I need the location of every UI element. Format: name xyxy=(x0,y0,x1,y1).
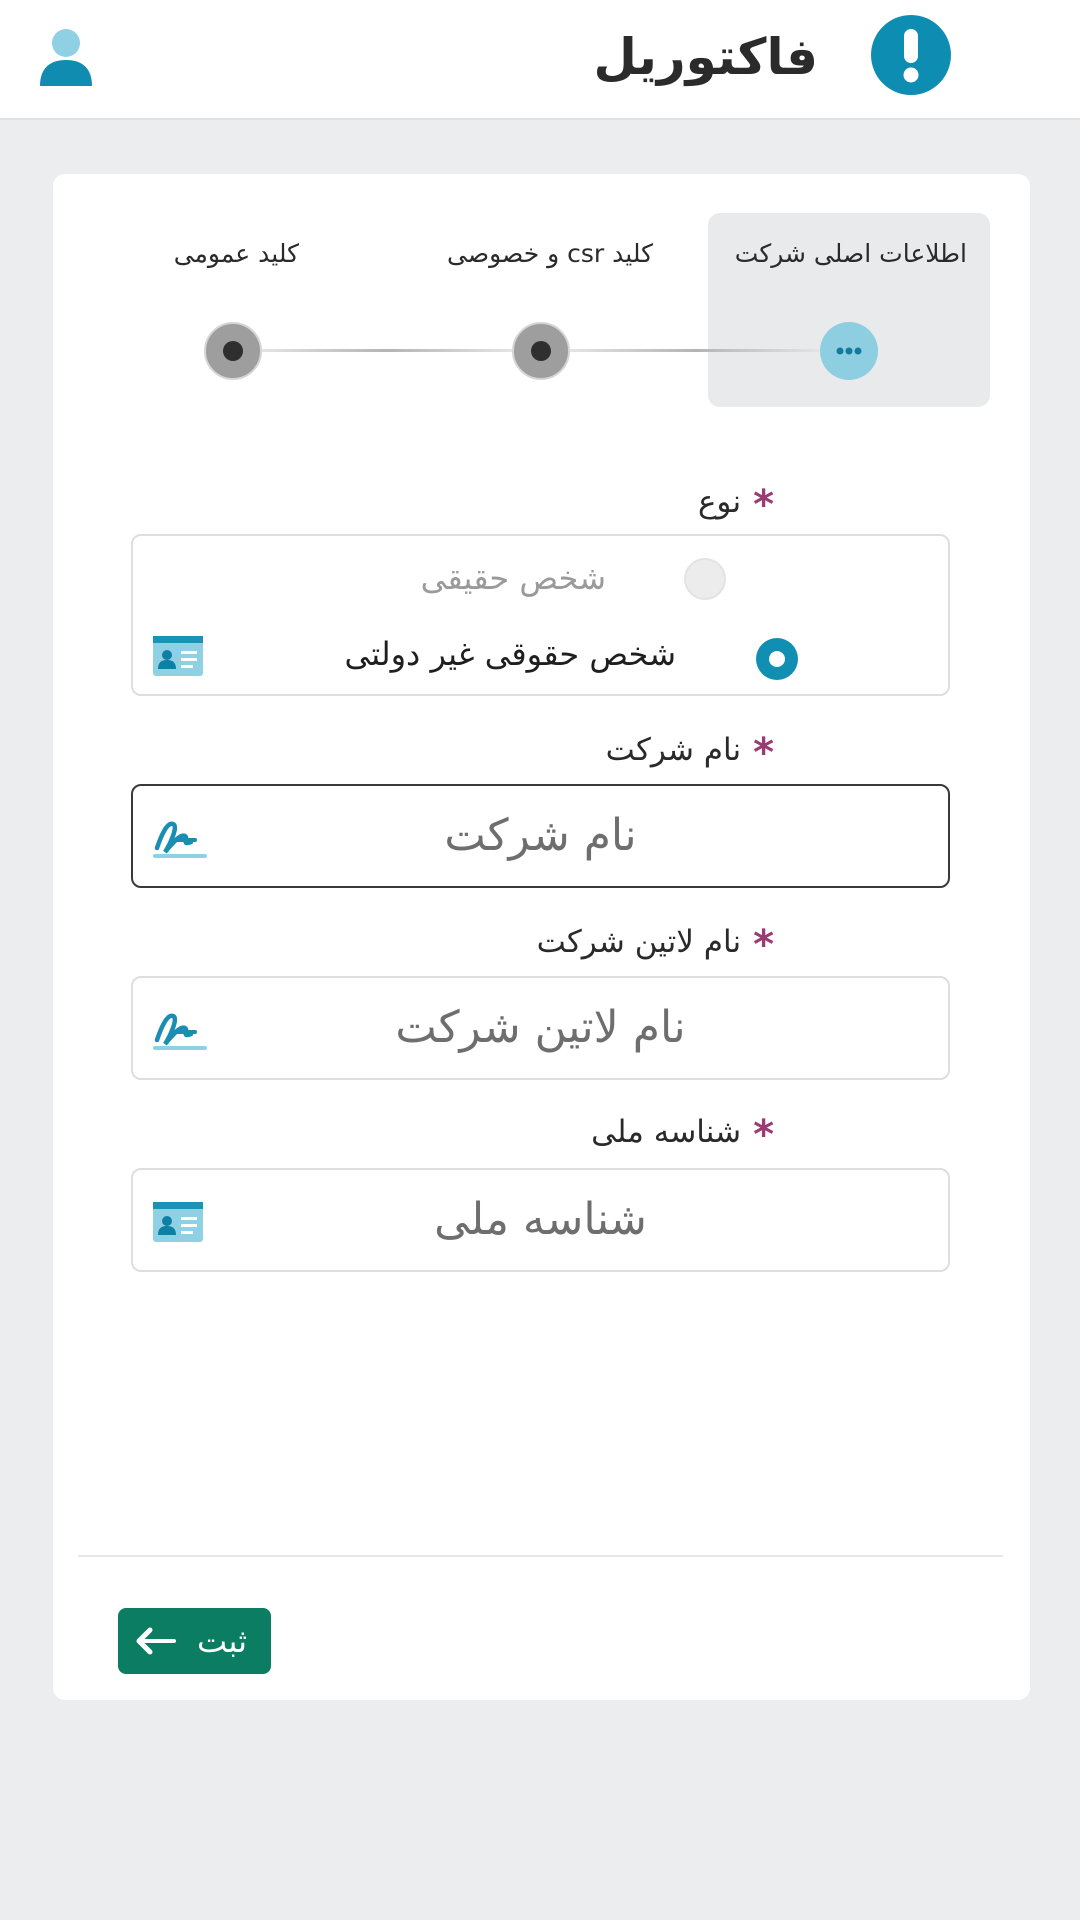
required-mark: * xyxy=(753,730,774,776)
company-name-input[interactable]: نام شرکت xyxy=(131,784,950,888)
required-mark: * xyxy=(753,482,774,528)
required-mark: * xyxy=(753,922,774,968)
type-field-label: *نوع xyxy=(697,482,774,528)
national-id-input[interactable]: شناسه ملی xyxy=(131,1168,950,1272)
national-id-label: *شناسه ملی xyxy=(591,1112,774,1158)
radio-legal-nongov[interactable] xyxy=(756,638,798,680)
card-footer-divider xyxy=(78,1555,1003,1557)
company-name-label: *نام شرکت xyxy=(605,730,774,776)
id-card-icon xyxy=(153,636,203,676)
step-indicator-csr-private-key[interactable] xyxy=(512,322,570,380)
submit-button[interactable]: ثبت xyxy=(118,1608,271,1674)
more-dots-icon xyxy=(836,347,862,355)
signature-icon xyxy=(153,1013,207,1050)
company-latin-name-input[interactable]: نام لاتین شرکت xyxy=(131,976,950,1080)
radio-label-legal-nongov: شخص حقوقی غیر دولتی xyxy=(344,635,676,673)
required-mark: * xyxy=(753,1112,774,1158)
step-label-csr-private-key[interactable]: کلید csr و خصوصی xyxy=(447,236,653,272)
app-title: فاکتوریل xyxy=(593,28,818,86)
submit-button-label: ثبت xyxy=(197,1622,247,1660)
id-card-icon xyxy=(153,1202,203,1242)
app-header: فاکتوریل xyxy=(0,0,1080,120)
radio-natural-person[interactable] xyxy=(684,558,726,600)
exclamation-circle-icon xyxy=(871,15,951,95)
stepper-connector xyxy=(262,349,512,352)
company-latin-name-placeholder: نام لاتین شرکت xyxy=(395,1002,686,1053)
step-indicator-public-key[interactable] xyxy=(204,322,262,380)
step-indicator-company-info[interactable] xyxy=(820,322,878,380)
radio-label-natural-person: شخص حقیقی xyxy=(420,559,606,597)
step-label-public-key[interactable]: کلید عمومی xyxy=(174,236,299,272)
step-label-company-info[interactable]: اطلاعات اصلی شرکت xyxy=(735,236,967,272)
stepper-connector xyxy=(570,349,820,352)
company-name-placeholder: نام شرکت xyxy=(444,810,637,861)
user-icon[interactable] xyxy=(40,28,92,86)
arrow-left-icon xyxy=(136,1627,176,1655)
type-radio-group: شخص حقیقی شخص حقوقی غیر دولتی xyxy=(131,534,950,696)
national-id-placeholder: شناسه ملی xyxy=(434,1194,647,1245)
signature-icon xyxy=(153,821,207,858)
company-latin-name-label: *نام لاتین شرکت xyxy=(536,922,774,968)
